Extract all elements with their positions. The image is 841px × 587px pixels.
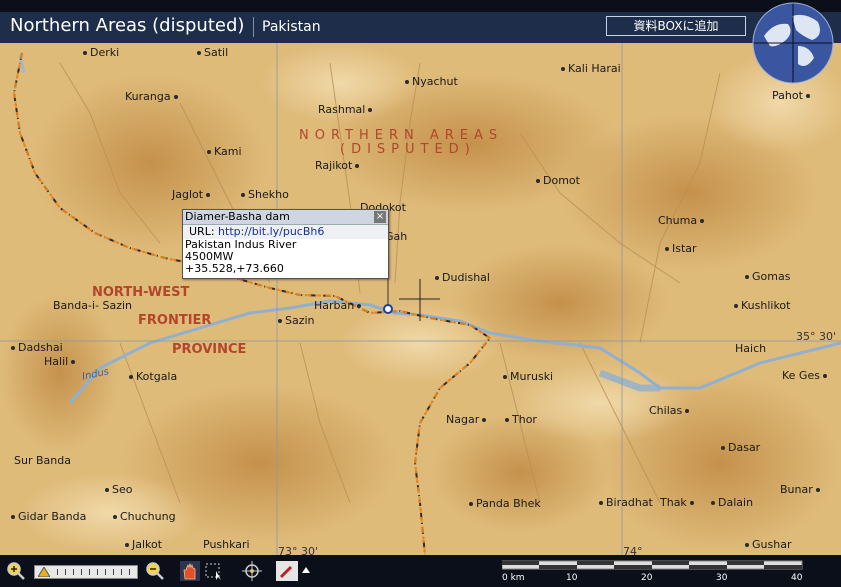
- region-label-north-west: NORTH-WEST: [92, 285, 190, 300]
- place-label: Derki: [80, 46, 119, 59]
- place-label: Sur Banda: [14, 454, 71, 467]
- scale-label: 20: [641, 573, 653, 583]
- place-label: Pushkari: [203, 538, 250, 551]
- place-label: Gomas: [742, 270, 790, 283]
- zoom-slider-thumb-icon[interactable]: [38, 567, 50, 577]
- place-label: Gushar: [742, 538, 791, 551]
- place-label: Satil: [194, 46, 228, 59]
- place-label: Halil: [44, 355, 78, 368]
- place-label: Ke Ges: [782, 369, 830, 382]
- pan-hand-icon[interactable]: [180, 561, 200, 581]
- place-label: Dudishal: [432, 271, 490, 284]
- place-label: Nyachut: [402, 75, 458, 88]
- place-label: Biradhat: [596, 496, 653, 509]
- country-label: Pakistan: [262, 19, 321, 35]
- popup-line: +35.528,+73.660: [185, 262, 284, 275]
- place-label: Kushlikot: [731, 299, 790, 312]
- zoom-in-icon[interactable]: [6, 561, 26, 581]
- place-label: Rajikot: [315, 159, 362, 172]
- map-canvas[interactable]: NORTHERN AREAS (DISPUTED) NORTH-WEST FRO…: [0, 43, 841, 558]
- place-label: Gidar Banda: [8, 510, 86, 523]
- scale-label: 10: [566, 573, 578, 583]
- scale-label: 0 km: [502, 573, 525, 583]
- region-label-northern-areas: NORTHERN AREAS: [299, 128, 504, 143]
- map-application: Northern Areas (disputed) Pakistan 資料BOX…: [0, 0, 841, 587]
- place-label: Kali Harai: [558, 62, 621, 75]
- region-label-province: PROVINCE: [172, 342, 247, 357]
- region-label-frontier: FRONTIER: [138, 313, 212, 328]
- place-label: Thor: [502, 413, 537, 426]
- place-label: Chuchung: [110, 510, 176, 523]
- place-label: Nagar: [446, 413, 489, 426]
- dam-info-popup: Diamer-Basha dam × URL: http://bit.ly/pu…: [182, 209, 389, 279]
- place-label: Sazin: [275, 314, 315, 327]
- place-label: Jalkot: [122, 538, 162, 551]
- scale-bar-graphic: [502, 560, 803, 570]
- place-label: Dalain: [708, 496, 753, 509]
- place-label: Seo: [102, 483, 132, 496]
- target-center-icon[interactable]: [242, 561, 262, 581]
- place-label: Chilas: [649, 404, 692, 417]
- popup-title: Diamer-Basha dam: [183, 210, 388, 225]
- region-label-disputed: (DISPUTED): [340, 142, 476, 157]
- place-label: Kuranga: [125, 90, 181, 103]
- select-area-icon[interactable]: [204, 561, 224, 581]
- place-label: Thak: [660, 496, 697, 509]
- place-label: Harban: [314, 299, 364, 312]
- title-separator: [253, 17, 254, 37]
- bottom-toolbar: 0 km 10 20 30 40: [0, 555, 841, 587]
- zoom-slider[interactable]: [34, 565, 138, 579]
- place-label: Kami: [204, 145, 242, 158]
- place-label: Domot: [533, 174, 580, 187]
- place-label: Rashmal: [318, 103, 375, 116]
- zoom-out-icon[interactable]: [145, 561, 165, 581]
- place-label: Istar: [662, 242, 697, 255]
- add-to-box-button[interactable]: 資料BOXに追加: [606, 16, 746, 36]
- popup-url-row: URL: http://bit.ly/pucBh6: [183, 225, 388, 239]
- close-icon[interactable]: ×: [374, 211, 386, 223]
- place-label: Dadshai: [8, 341, 63, 354]
- place-label: Banda-i- Sazin: [53, 299, 132, 312]
- place-label: Panda Bhek: [466, 497, 541, 510]
- globe-icon[interactable]: [752, 2, 834, 84]
- place-label: Jaglot: [172, 188, 213, 201]
- place-label: Bunar: [780, 483, 823, 496]
- place-label: Muruski: [500, 370, 553, 383]
- marker-tool-icon[interactable]: [276, 561, 310, 581]
- place-label: Chuma: [658, 214, 707, 227]
- place-label: Shekho: [238, 188, 289, 201]
- scale-label: 40: [791, 573, 803, 583]
- place-label: Pahot: [772, 89, 813, 102]
- scale-bar: 0 km 10 20 30 40: [502, 559, 804, 583]
- region-title: Northern Areas (disputed): [10, 15, 245, 36]
- popup-url-link[interactable]: http://bit.ly/pucBh6: [218, 225, 324, 238]
- scale-label: 30: [716, 573, 728, 583]
- popup-url-label: URL:: [189, 225, 215, 238]
- place-label: Haich: [735, 342, 767, 355]
- header-bar: Northern Areas (disputed) Pakistan 資料BOX…: [0, 0, 841, 43]
- place-label: Kotgala: [126, 370, 177, 383]
- latitude-label: 35° 30': [796, 330, 837, 343]
- place-label: Dasar: [718, 441, 760, 454]
